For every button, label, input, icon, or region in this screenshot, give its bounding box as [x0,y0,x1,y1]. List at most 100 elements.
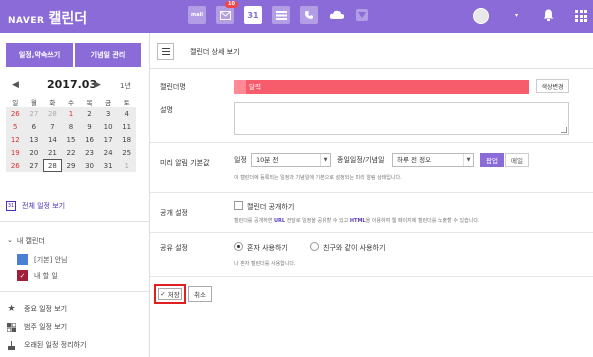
description-textarea[interactable] [234,102,569,135]
calendar-day[interactable]: 31 [98,159,118,172]
event-reminder-select[interactable]: 10분 전 ▼ [251,153,331,167]
mail-icon[interactable]: mail [188,6,206,24]
chevron-left-icon[interactable]: ◀ [12,80,19,90]
calendar-day[interactable]: 1 [61,107,81,120]
list-icon[interactable] [272,6,290,24]
calendar-day[interactable]: 22 [61,146,81,159]
cleanup-icon [7,340,16,350]
top-bar: NAVER 캘린더 mail 10 31 ▾ [0,0,593,33]
share-hint: 나 혼자 캘린더를 사용합니다. [234,261,296,267]
calendar-checkbox[interactable]: ✓ [17,270,28,281]
hint-html: HTML [349,218,366,224]
calendar-day[interactable]: 29 [61,159,81,172]
save-label: 저장 [167,291,180,299]
divider [0,291,150,292]
public-checkbox[interactable] [234,201,243,210]
share-label: 공유 설정 [160,244,188,252]
reminder-label: 미리 알림 기본값 [160,159,210,167]
share-alone-radio[interactable] [234,242,243,251]
calendar-day[interactable]: 30 [80,159,99,172]
public-checkbox-label: 캘린더 공개하기 [247,203,295,211]
allday-reminder-select[interactable]: 하루 전 정오 ▼ [392,153,474,167]
apps-grid-icon[interactable] [575,10,587,22]
calendar-day[interactable]: 14 [43,133,62,146]
bell-icon[interactable] [541,9,555,23]
avatar[interactable] [473,8,489,24]
calendar-day[interactable]: 17 [98,133,118,146]
calendar-day[interactable]: 16 [80,133,99,146]
calendar-day[interactable]: 26 [6,159,25,172]
cleanup-events-link[interactable]: 오래된 일정 정리하기 [7,340,86,350]
calendar-day[interactable]: 27 [24,159,44,172]
year-view-link[interactable]: 1년 [120,81,131,91]
calendar-day[interactable]: 2 [80,107,99,120]
mail-toggle[interactable]: 메일 [505,153,529,167]
memo-icon[interactable]: 10 [216,1,238,24]
color-change-button[interactable]: 색상변경 [536,79,569,93]
calendar-day[interactable]: 20 [24,146,44,159]
calendar-day[interactable]: 24 [98,146,118,159]
all-events-link[interactable]: 31 전체 일정 보기 [6,201,65,211]
share-friends-label: 친구와 같이 사용하기 [323,244,386,252]
calendar-day[interactable]: 21 [43,146,62,159]
calendar-day[interactable]: 5 [6,120,25,133]
category-events-link[interactable]: 범주 일정 보기 [7,322,67,332]
save-highlight: ✓ 저장 [154,284,186,304]
share-alone-label: 혼자 사용하기 [247,244,288,252]
calendar-day[interactable]: 13 [24,133,44,146]
calendar-day[interactable]: 12 [6,133,25,146]
calendar-day[interactable]: 25 [117,146,136,159]
calendar-color-swatch[interactable] [17,254,28,265]
main-panel: 캘린더 상세 보기 캘린더명 달력 색상변경 설명 미리 알림 기본값 일정 1… [150,33,593,357]
mini-calendar-nav: ◀ 2017.03 ▶ 1년 [0,78,150,93]
calendar-day[interactable]: 8 [61,120,81,133]
calendar-day[interactable]: 15 [61,133,81,146]
calendar-day[interactable]: 11 [117,120,136,133]
chevron-right-icon[interactable]: ▶ [94,80,101,90]
calendar-item-label: 내 할 일 [34,271,58,280]
tool-label: 오래된 일정 정리하기 [24,341,87,349]
calendar-day[interactable]: 28 [43,107,62,120]
save-button[interactable]: ✓ 저장 [158,288,182,300]
share-friends-radio[interactable] [310,242,319,251]
calendar-day[interactable]: 4 [117,107,136,120]
anniversary-button[interactable]: 기념일 관리 [75,43,141,67]
calendar-day[interactable]: 23 [80,146,99,159]
popup-toggle[interactable]: 팝업 [480,153,504,167]
calendar-icon[interactable]: 31 [244,6,262,24]
event-reminder-label: 일정 [234,156,247,164]
chevron-down-icon: ▼ [463,154,473,166]
box-icon[interactable] [356,9,368,21]
calendar-name-input[interactable]: 달력 [234,80,529,94]
calendar-day[interactable]: 1 [117,159,136,172]
allday-reminder-label: 종일일정/기념일 [337,156,385,164]
my-calendars-label: 내 캘린더 [16,237,45,245]
new-event-button[interactable]: 일정,약속쓰기 [6,43,73,67]
app-title: 캘린더 [48,11,88,27]
calendar-day[interactable]: 28 [43,159,62,172]
calendar-day[interactable]: 19 [6,146,25,159]
cloud-icon[interactable] [328,6,346,24]
calendar-item[interactable]: ✓ 내 할 일 [17,270,58,281]
category-icon [7,322,16,332]
calendar-day[interactable]: 9 [80,120,99,133]
calendar-day[interactable]: 18 [117,133,136,146]
calendar-day[interactable]: 3 [98,107,118,120]
menu-icon[interactable] [157,43,174,60]
contacts-icon[interactable] [300,6,318,24]
calendar-day[interactable]: 27 [24,107,44,120]
chevron-down-icon[interactable]: ▾ [515,12,518,19]
calendar-day[interactable]: 26 [6,107,25,120]
brand-logo[interactable]: NAVER 캘린더 [8,8,87,28]
weekday-header: 수 [67,98,74,107]
calendar-name-label: 캘린더명 [160,83,186,91]
description-label: 설명 [160,106,173,114]
hint-text: 을 이용하여 웹 페이지에 캘린더를 노출할 수 있습니다. [365,218,480,224]
cancel-button[interactable]: 취소 [188,286,212,302]
calendar-day[interactable]: 6 [24,120,44,133]
my-calendars-header[interactable]: ⌄ 내 캘린더 [7,236,45,246]
calendar-item[interactable]: [기본] 안님 [17,254,67,265]
important-events-link[interactable]: ★ 중요 일정 보기 [7,304,67,314]
calendar-day[interactable]: 10 [98,120,118,133]
calendar-day[interactable]: 7 [43,120,62,133]
